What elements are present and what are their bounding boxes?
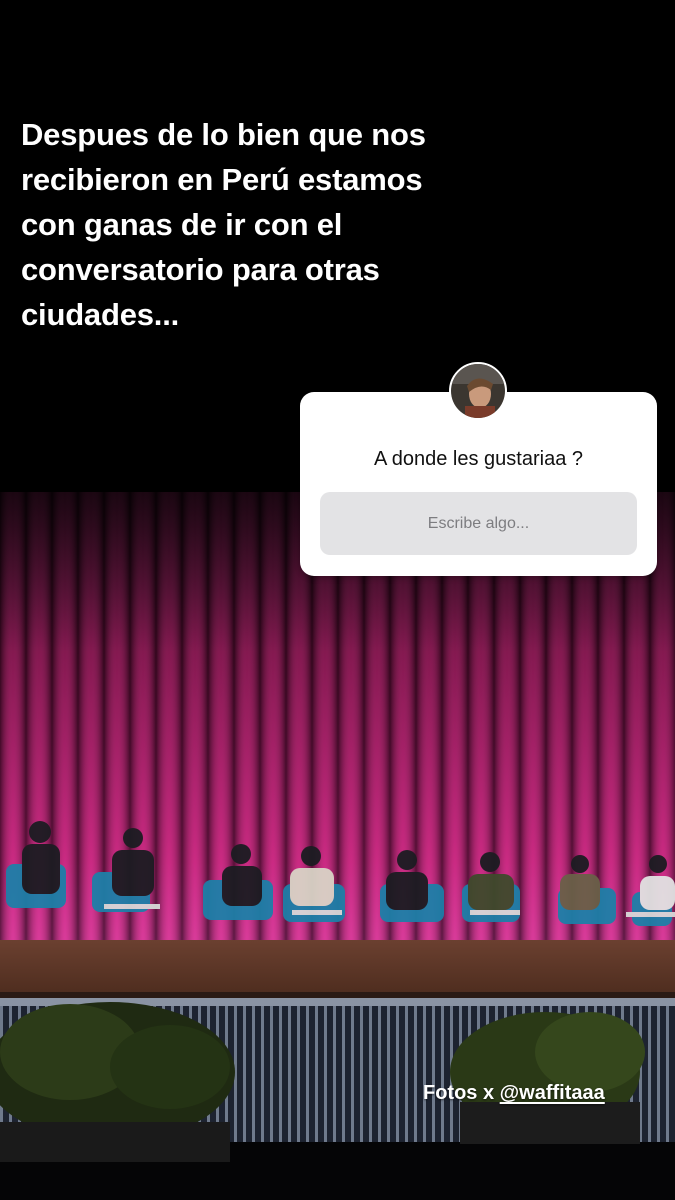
mention-link[interactable]: @waffitaaa [500, 1082, 605, 1104]
credit-prefix: Fotos x [423, 1082, 500, 1104]
photo-credit: Fotos x @waffitaaa [423, 1079, 605, 1107]
answer-input[interactable]: Escribe algo... [320, 492, 637, 555]
avatar [449, 362, 507, 420]
story-frame: Despues de lo bien que nos recibieron en… [0, 0, 675, 1200]
answer-placeholder: Escribe algo... [427, 514, 530, 532]
story-caption: Despues de lo bien que nos recibieron en… [21, 117, 426, 332]
question-text: A donde les gustariaa ? [373, 448, 584, 470]
question-sticker[interactable]: A donde les gustariaa ? Escribe algo... [300, 362, 657, 576]
